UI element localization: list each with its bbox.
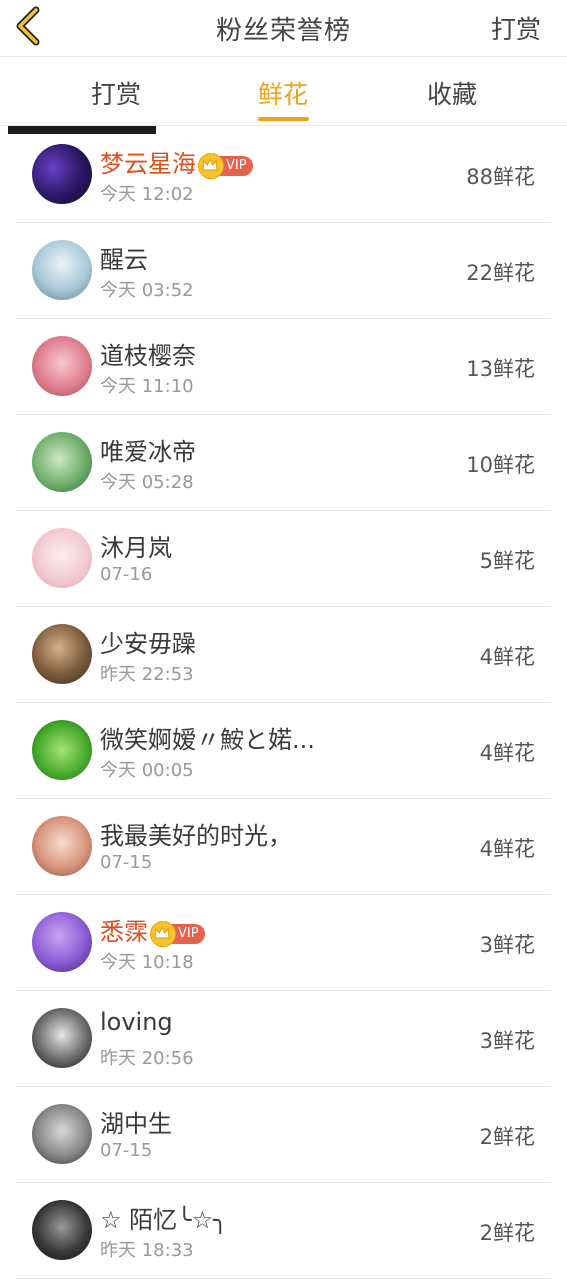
avatar[interactable] [32,432,92,492]
fan-name: 唯爱冰帝 [100,432,196,467]
fan-row[interactable]: 道枝樱奈今天 11:10 13鲜花 [16,319,551,415]
fan-name-text: 微笑婀嫒〃鮟と婼... [100,726,315,754]
fan-row[interactable]: 微笑婀嫒〃鮟と婼... 今天 00:05 4鲜花 [16,703,551,799]
tab-reward[interactable]: 打赏 [91,75,141,111]
fan-row[interactable]: 少安毋躁昨天 22:53 4鲜花 [16,607,551,703]
vip-badge: VIP [150,921,205,947]
fan-name: 少安毋躁 [100,624,196,659]
avatar[interactable] [32,816,92,876]
avatar[interactable] [32,528,92,588]
fan-name: ☆ 陌忆╰☆╮ [100,1200,228,1235]
fan-row[interactable]: loving 昨天 20:56 3鲜花 [16,991,551,1087]
flower-count: 13鲜花 [466,357,535,381]
flower-count: 10鲜花 [466,453,535,477]
fan-row[interactable]: 悉霂 VIP 今天 10:18 3鲜花 [16,895,551,991]
fan-name: 湖中生 [100,1104,172,1139]
fan-time: 今天 03:52 [100,280,194,301]
reward-button[interactable]: 打赏 [491,10,541,46]
top-bar: 粉丝荣誉榜 打赏 [0,0,567,57]
fan-time: 今天 11:10 [100,376,194,397]
fan-row[interactable]: 我最美好的时光， 07-15 4鲜花 [16,799,551,895]
page-title: 粉丝荣誉榜 [215,16,351,46]
fan-name: 悉霂 VIP [100,912,205,947]
fan-name-text: 梦云星海 [100,150,196,178]
fan-name: 微笑婀嫒〃鮟と婼... [100,720,315,755]
avatar[interactable] [32,240,92,300]
fan-name-text: 唯爱冰帝 [100,438,196,466]
tab-favorites[interactable]: 收藏 [427,75,477,111]
fan-name: 醒云 [100,240,148,275]
flower-count: 2鲜花 [479,1221,535,1245]
fan-time: 昨天 22:53 [100,664,194,685]
fan-name-text: 少安毋躁 [100,630,196,658]
vip-badge: VIP [198,153,253,179]
fan-time: 今天 12:02 [100,184,194,205]
fan-name-text: 醒云 [100,246,148,274]
fan-time: 07-15 [100,1140,153,1161]
tab-flowers[interactable]: 鲜花 [258,75,308,111]
crown-icon [150,921,176,947]
fan-name-text: 沐月岚 [100,534,172,562]
flower-count: 4鲜花 [479,645,535,669]
fan-name: 梦云星海 VIP [100,144,253,179]
fan-name-text: 我最美好的时光， [100,822,292,850]
fan-time: 07-15 [100,852,153,873]
fan-name-text: 道枝樱奈 [100,342,196,370]
avatar[interactable] [32,1008,92,1068]
fan-name-text: 湖中生 [100,1110,172,1138]
flower-count: 22鲜花 [466,261,535,285]
fan-time: 今天 05:28 [100,472,194,493]
flower-count: 88鲜花 [466,165,535,189]
vip-label: VIP [226,158,247,173]
fan-row[interactable]: ☆ 陌忆╰☆╮ 昨天 18:33 2鲜花 [16,1183,551,1279]
fan-name-text: ☆ 陌忆╰☆╮ [100,1206,228,1234]
vip-label: VIP [178,926,199,941]
fan-name: 沐月岚 [100,528,172,563]
fan-name: 道枝樱奈 [100,336,196,371]
avatar[interactable] [32,336,92,396]
avatar[interactable] [32,720,92,780]
avatar[interactable] [32,624,92,684]
fan-time: 今天 10:18 [100,952,194,973]
fan-name-text: 悉霂 [100,918,148,946]
active-tab-indicator [258,117,309,121]
fan-row[interactable]: 沐月岚 07-16 5鲜花 [16,511,551,607]
fan-name: 我最美好的时光， [100,816,292,851]
flower-count: 4鲜花 [479,741,535,765]
avatar[interactable] [32,1104,92,1164]
tab-bar: 打赏 鲜花 收藏 [0,57,567,126]
fan-row[interactable]: 湖中生 07-15 2鲜花 [16,1087,551,1183]
avatar[interactable] [32,144,92,204]
flower-count: 5鲜花 [479,549,535,573]
fan-row[interactable]: 醒云今天 03:52 22鲜花 [16,223,551,319]
flower-count: 4鲜花 [479,837,535,861]
avatar[interactable] [32,1200,92,1260]
flower-count: 3鲜花 [479,1029,535,1053]
fan-row[interactable]: 梦云星海 VIP 今天 12:02 88鲜花 [16,127,551,223]
fan-time: 今天 00:05 [100,760,194,781]
flower-count: 3鲜花 [479,933,535,957]
fan-time: 07-16 [100,564,153,585]
fan-time: 昨天 20:56 [100,1048,194,1069]
fan-row[interactable]: 唯爱冰帝今天 05:28 10鲜花 [16,415,551,511]
fan-time: 昨天 18:33 [100,1240,194,1261]
flower-count: 2鲜花 [479,1125,535,1149]
fan-name: loving [100,1008,173,1036]
crown-icon [198,153,224,179]
fan-name-text: loving [100,1008,173,1036]
avatar[interactable] [32,912,92,972]
